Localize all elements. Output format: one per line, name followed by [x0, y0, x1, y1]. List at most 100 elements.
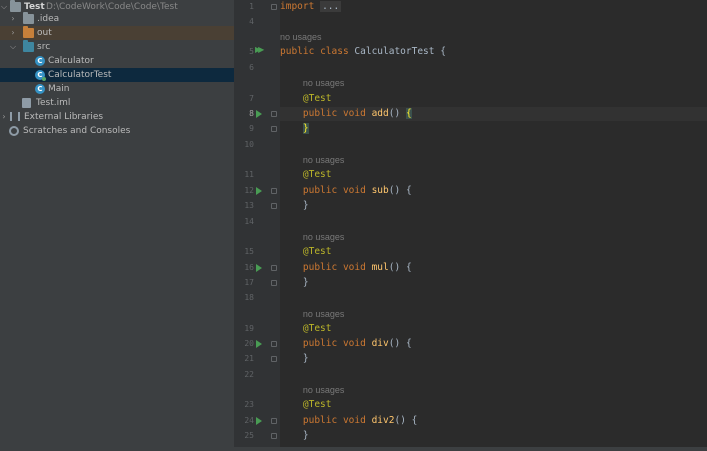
- tree-item-test-iml[interactable]: Test.iml: [0, 96, 234, 110]
- run-test-icon[interactable]: [256, 340, 262, 348]
- code-line-annotation[interactable]: @Test: [280, 398, 707, 412]
- parens: (): [388, 108, 401, 119]
- horizontal-scrollbar[interactable]: [234, 447, 707, 451]
- tree-item-calculatortest[interactable]: C CalculatorTest: [0, 68, 234, 82]
- code-line-annotation[interactable]: @Test: [280, 168, 707, 182]
- keyword-void: void: [342, 185, 366, 196]
- parens: (): [388, 338, 401, 349]
- hint-text: no usages: [302, 78, 345, 88]
- code-line-method-mul[interactable]: public void mul() {: [280, 261, 707, 275]
- run-all-icon[interactable]: ▶▶: [255, 45, 264, 54]
- line-number: 9: [249, 124, 254, 133]
- brace: {: [405, 185, 412, 196]
- line-number: 16: [244, 263, 254, 272]
- fold-icon[interactable]: [271, 341, 277, 347]
- annotation: @Test: [302, 323, 332, 334]
- line-number: 1: [249, 2, 254, 11]
- line-number: 23: [244, 400, 254, 409]
- line-number: 17: [244, 278, 254, 287]
- code-line-method-div2[interactable]: public void div2() {: [280, 414, 707, 428]
- code-line-close[interactable]: }: [280, 352, 707, 366]
- code-line-annotation[interactable]: @Test: [280, 245, 707, 259]
- fold-icon[interactable]: [271, 265, 277, 271]
- keyword-public: public: [302, 415, 338, 426]
- code-line-annotation[interactable]: @Test: [280, 322, 707, 336]
- brace-highlight: }: [302, 123, 309, 134]
- code-line-import[interactable]: import ...: [280, 0, 707, 14]
- project-tree: ⌵ Test D:\CodeWork\Code\Code\Test › .ide…: [0, 0, 234, 451]
- code-line-close[interactable]: }: [280, 122, 707, 136]
- run-test-icon[interactable]: [256, 110, 262, 118]
- chevron-right-icon[interactable]: ›: [9, 12, 17, 26]
- line-number: 15: [244, 247, 254, 256]
- tree-item-out[interactable]: › out: [0, 26, 234, 40]
- tree-item-calculator[interactable]: C Calculator: [0, 54, 234, 68]
- tree-item-label: out: [37, 28, 52, 38]
- annotation: @Test: [302, 93, 332, 104]
- fold-icon[interactable]: [271, 203, 277, 209]
- tree-item-label: External Libraries: [24, 112, 104, 122]
- line-number: 11: [244, 170, 254, 179]
- tree-item-label: Calculator: [48, 56, 94, 66]
- run-test-icon[interactable]: [256, 187, 262, 195]
- brace: }: [302, 430, 309, 441]
- line-number: 19: [244, 324, 254, 333]
- brace: }: [302, 353, 309, 364]
- line-number: 10: [244, 140, 254, 149]
- code-line-method-div[interactable]: public void div() {: [280, 337, 707, 351]
- project-folder-icon: [10, 0, 21, 12]
- code-line-method-add[interactable]: public void add() {: [280, 107, 707, 121]
- fold-icon[interactable]: [271, 356, 277, 362]
- line-number: 12: [244, 186, 254, 195]
- tree-item-label: CalculatorTest: [48, 70, 112, 80]
- run-test-icon[interactable]: [256, 264, 262, 272]
- line-number: 4: [249, 17, 254, 26]
- hint-text: no usages: [280, 32, 322, 42]
- run-test-icon[interactable]: [256, 417, 262, 425]
- keyword-void: void: [342, 415, 366, 426]
- line-number: 18: [244, 293, 254, 302]
- keyword-public: public: [302, 338, 338, 349]
- tree-item-idea[interactable]: › .idea: [0, 12, 234, 26]
- chevron-right-icon[interactable]: ›: [0, 110, 8, 124]
- usage-hint: no usages: [280, 76, 707, 90]
- usage-hint: no usages: [280, 230, 707, 244]
- tree-item-src[interactable]: ⌵ src: [0, 40, 234, 54]
- code-line-method-sub[interactable]: public void sub() {: [280, 184, 707, 198]
- chevron-down-icon[interactable]: ⌵: [9, 40, 17, 54]
- keyword-void: void: [342, 338, 366, 349]
- code-line-class[interactable]: public class CalculatorTest {: [280, 45, 707, 59]
- tree-item-scratches[interactable]: Scratches and Consoles: [0, 124, 234, 138]
- keyword-public: public: [302, 262, 338, 273]
- parens: (): [394, 415, 406, 426]
- usage-hint: no usages: [280, 153, 707, 167]
- hint-text: no usages: [302, 155, 345, 165]
- method-name: div2: [371, 415, 395, 426]
- usage-hint: no usages: [280, 307, 707, 321]
- code-line-annotation[interactable]: @Test: [280, 92, 707, 106]
- code-editor[interactable]: import ... no usages public class Calcul…: [280, 0, 707, 451]
- tree-item-label: Test.iml: [36, 98, 71, 108]
- keyword-void: void: [342, 108, 366, 119]
- fold-icon[interactable]: [271, 433, 277, 439]
- fold-icon[interactable]: [271, 280, 277, 286]
- fold-icon[interactable]: [271, 188, 277, 194]
- code-line-close[interactable]: }: [280, 429, 707, 443]
- fold-icon[interactable]: [271, 418, 277, 424]
- line-number: 13: [244, 201, 254, 210]
- line-number: 14: [244, 217, 254, 226]
- code-line-close[interactable]: }: [280, 276, 707, 290]
- library-icon: [10, 112, 20, 121]
- folded-imports[interactable]: ...: [320, 1, 342, 12]
- fold-icon[interactable]: [271, 126, 277, 132]
- hint-text: no usages: [302, 309, 345, 319]
- chevron-right-icon[interactable]: ›: [9, 26, 17, 40]
- tree-item-external-libraries[interactable]: › External Libraries: [0, 110, 234, 124]
- code-line-close[interactable]: }: [280, 199, 707, 213]
- fold-icon[interactable]: [271, 4, 277, 10]
- keyword-public: public: [302, 185, 338, 196]
- annotation: @Test: [302, 246, 332, 257]
- tree-item-main[interactable]: C Main: [0, 82, 234, 96]
- line-number: 8: [249, 109, 254, 118]
- fold-icon[interactable]: [271, 111, 277, 117]
